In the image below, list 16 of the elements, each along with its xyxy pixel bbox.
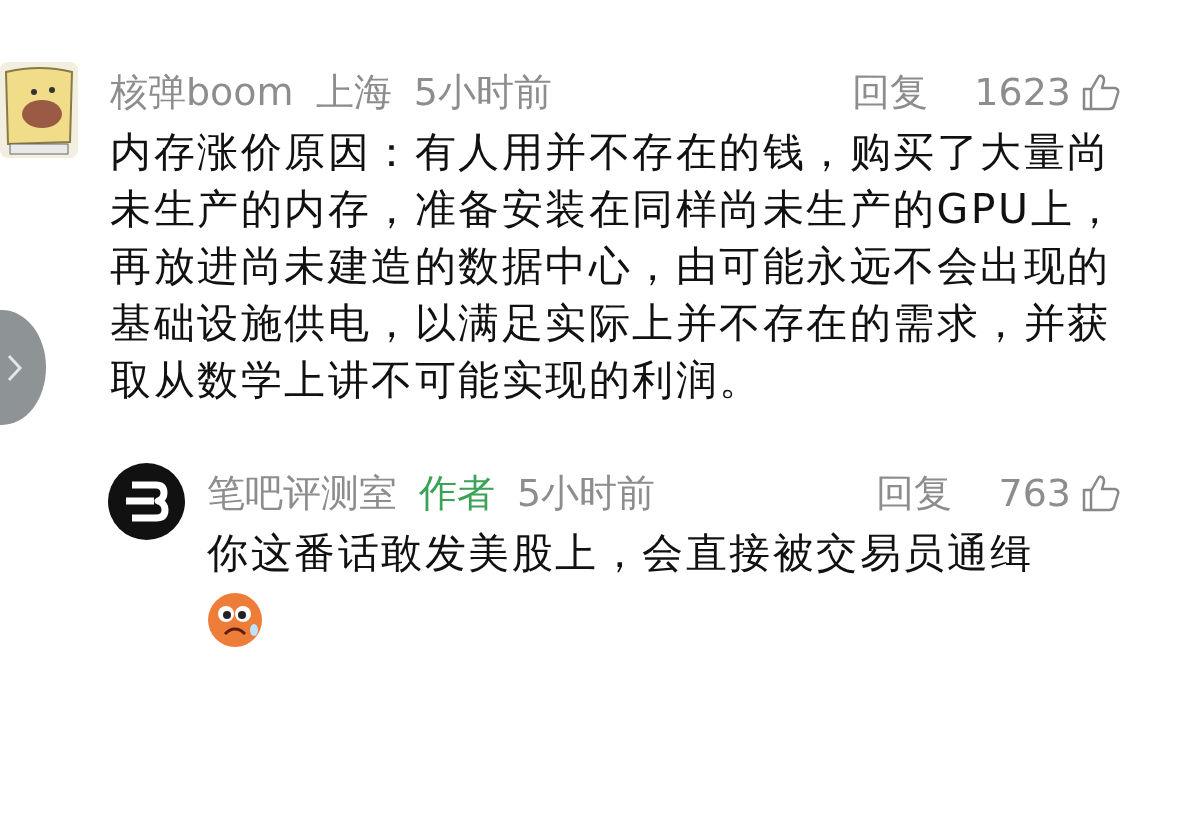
- reply-text: 你这番话敢发美股上，会直接被交易员通缉: [207, 528, 1035, 579]
- location-text: 上海: [315, 68, 392, 116]
- timestamp: 5小时前: [413, 68, 552, 116]
- timestamp: 5小时前: [517, 469, 656, 517]
- comment-text: 内存涨价原因：有人用并不存在的钱，购买了大量尚未生产的内存，准备安装在同样尚未生产的GPU上，再放进尚未建造的数据中心，由可能永远不会出现的基础设施供电，以满足实际上并不存在的需求，并获取从数学上讲不可能实现的利润。: [110, 127, 1119, 406]
- like-count: 1623: [974, 70, 1071, 114]
- author-label: 作者: [419, 469, 495, 517]
- username[interactable]: 笔吧评测室: [207, 467, 397, 519]
- thumbs-up-icon[interactable]: [1081, 72, 1121, 112]
- reply-button[interactable]: 回复: [852, 66, 929, 118]
- chevron-right-icon: [6, 352, 24, 383]
- thumbs-up-icon[interactable]: [1081, 473, 1121, 513]
- logo-avatar-icon[interactable]: [108, 463, 185, 540]
- like-count: 763: [998, 471, 1071, 515]
- reply-button[interactable]: 回复: [876, 467, 953, 519]
- username[interactable]: 核弹boom: [110, 66, 294, 118]
